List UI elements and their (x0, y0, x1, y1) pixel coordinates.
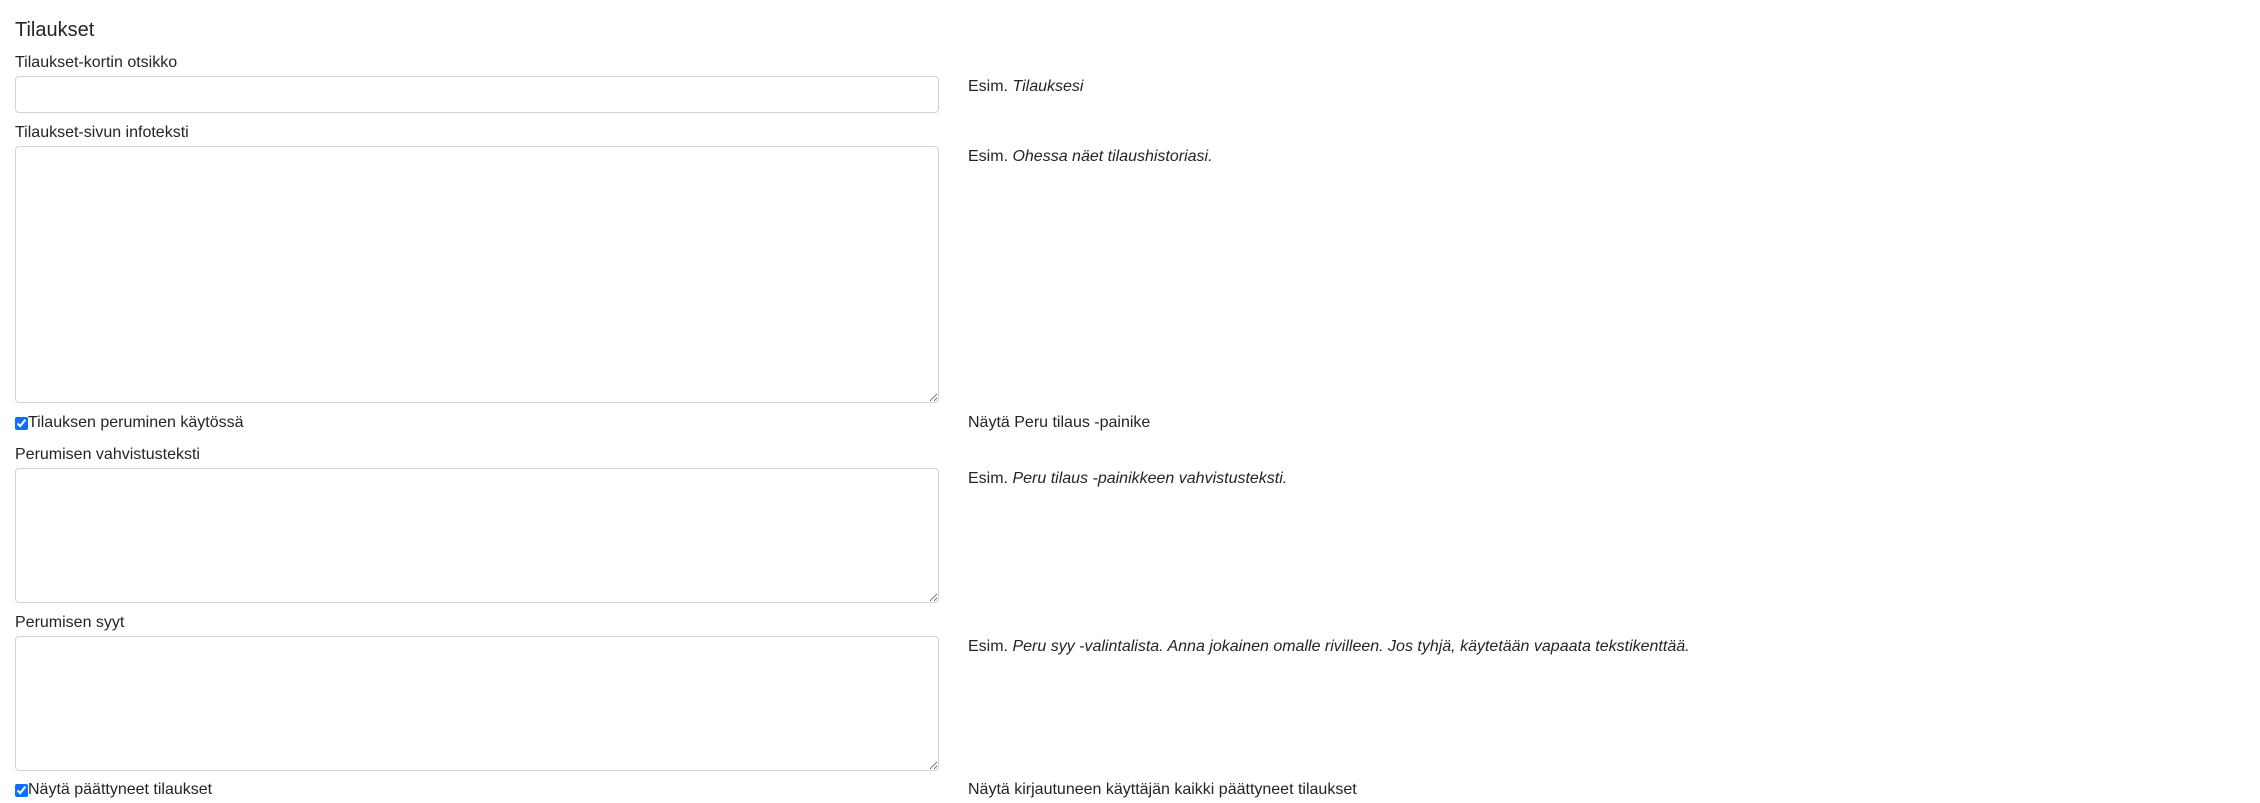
cancel-confirm-label: Perumisen vahvistusteksti (15, 446, 200, 463)
cancel-reasons-label: Perumisen syyt (15, 614, 125, 631)
card-title-input[interactable] (15, 76, 939, 113)
card-title-help: Esim. Tilauksesi (968, 77, 1083, 97)
show-finished-row: Näytä päättyneet tilaukset (15, 780, 212, 800)
cancel-reasons-textarea[interactable] (15, 636, 939, 771)
cancel-enabled-label[interactable]: Tilauksen peruminen käytössä (28, 413, 244, 433)
cancel-reasons-help: Esim. Peru syy -valintalista. Anna jokai… (968, 637, 1690, 657)
cancel-reasons-help-prefix: Esim. (968, 638, 1008, 655)
cancel-confirm-textarea[interactable] (15, 468, 939, 603)
card-title-help-example: Tilauksesi (1012, 78, 1084, 95)
info-text-textarea[interactable] (15, 146, 939, 403)
cancel-reasons-help-example: Peru syy -valintalista. Anna jokainen om… (1012, 638, 1690, 655)
cancel-enabled-help: Näytä Peru tilaus -painike (968, 414, 1151, 431)
info-text-help-prefix: Esim. (968, 148, 1008, 165)
card-title-help-prefix: Esim. (968, 78, 1008, 95)
info-text-label: Tilaukset-sivun infoteksti (15, 124, 189, 141)
cancel-confirm-help-prefix: Esim. (968, 470, 1008, 487)
show-finished-label[interactable]: Näytä päättyneet tilaukset (28, 780, 212, 800)
cancel-confirm-help-example: Peru tilaus -painikkeen vahvistusteksti. (1012, 470, 1288, 487)
info-text-help: Esim. Ohessa näet tilaushistoriasi. (968, 147, 1213, 167)
info-text-help-example: Ohessa näet tilaushistoriasi. (1012, 148, 1213, 165)
show-finished-checkbox[interactable] (15, 783, 28, 797)
show-finished-help: Näytä kirjautuneen käyttäjän kaikki päät… (968, 781, 1357, 798)
cancel-enabled-row: Tilauksen peruminen käytössä (15, 413, 244, 433)
card-title-label: Tilaukset-kortin otsikko (15, 54, 178, 71)
cancel-enabled-checkbox[interactable] (15, 416, 28, 430)
cancel-confirm-help: Esim. Peru tilaus -painikkeen vahvistust… (968, 469, 1287, 489)
section-title: Tilaukset (15, 19, 95, 41)
